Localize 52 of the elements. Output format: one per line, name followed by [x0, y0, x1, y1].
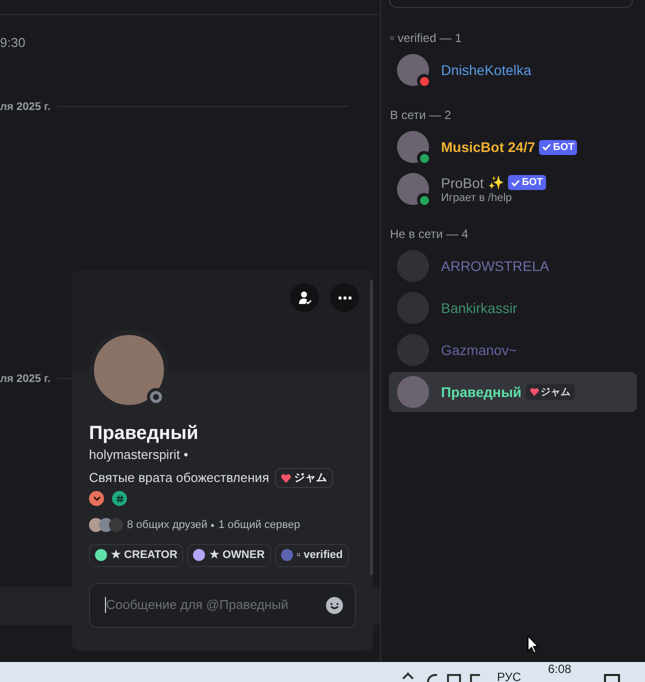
avatar [397, 54, 429, 86]
mutual-friends-link[interactable]: 8 общих друзей [127, 517, 208, 534]
avatar [397, 173, 429, 205]
hashtag-badge-icon [112, 491, 127, 506]
member-group-header: В сети — 2 [389, 107, 452, 124]
role-tag[interactable]: ★ OWNER [187, 544, 271, 566]
tray-arrow-icon[interactable] [402, 672, 414, 682]
member-name: ARROWSTRELA [441, 257, 550, 275]
clan-tag: ジャム [526, 384, 575, 400]
add-friend-button[interactable] [290, 283, 319, 312]
member-name: Gazmanov~ [441, 341, 517, 359]
member-name: ProBot [441, 174, 484, 192]
mutual-servers-link[interactable]: 1 общий сервер [218, 517, 300, 534]
chevron-badge-icon [89, 491, 104, 506]
member-item[interactable]: MusicBot 24/7 БОТ [389, 127, 637, 167]
profile-display-name: Праведный [89, 422, 200, 446]
smiley-icon[interactable] [326, 596, 343, 614]
member-name: Праведный [441, 383, 522, 401]
person-check-icon [298, 290, 312, 304]
member-activity: Играет в /help [441, 192, 513, 206]
language-indicator[interactable]: РУС [497, 671, 522, 682]
message-placeholder: Сообщение для @Праведный [106, 596, 290, 614]
member-group-header: Не в сети — 4 [389, 226, 470, 243]
heart-icon [281, 474, 292, 482]
role-tag[interactable]: ★ CREATOR [89, 544, 184, 566]
sparkles-emoji: ✨ [488, 174, 504, 192]
role-tag[interactable]: ▫ verified [274, 544, 349, 566]
date-divider-label: ля 2025 г. [0, 100, 52, 114]
heart-icon [530, 388, 539, 396]
mouse-cursor-icon [527, 635, 539, 654]
notification-icon[interactable] [604, 674, 620, 682]
more-options-button[interactable] [330, 283, 359, 312]
message-timestamp: 9:30 [0, 34, 26, 52]
clock-time[interactable]: 6:08 [548, 663, 572, 675]
profile-username: holymasterspirit • [89, 446, 190, 464]
ellipsis-icon [338, 296, 352, 300]
date-divider-label: ля 2025 г. [0, 372, 52, 386]
bot-badge: БОТ [508, 175, 546, 190]
member-group-header: ▫ verified — 1 [389, 30, 463, 47]
avatar [397, 131, 429, 163]
member-item[interactable]: ARROWSTRELA [389, 246, 637, 286]
clan-tag: ジャム [275, 468, 334, 488]
member-item[interactable]: Праведный ジャム [389, 372, 637, 412]
member-name: MusicBot 24/7 [441, 138, 536, 156]
member-item[interactable]: ProBot ✨ БОТ Играет в /help [389, 169, 637, 209]
bot-badge: БОТ [539, 140, 578, 154]
member-name: DnisheKotelka [441, 61, 532, 79]
member-name: Bankirkassir [441, 299, 518, 317]
member-item[interactable]: Bankirkassir [389, 288, 637, 328]
profile-bio: Святые врата обожествления [89, 469, 270, 488]
mutual-friends-avatars [89, 518, 123, 532]
member-item[interactable]: DnisheKotelka [389, 50, 637, 90]
